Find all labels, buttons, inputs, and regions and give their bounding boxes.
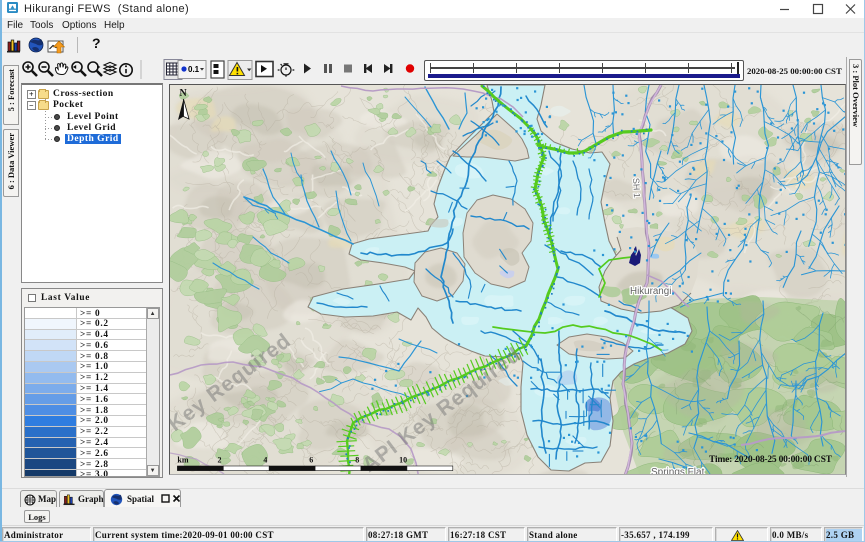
svg-text:Time: 2020-08-25 00:00:00 CST: Time: 2020-08-25 00:00:00 CST	[709, 455, 833, 465]
svg-text:10: 10	[399, 456, 407, 465]
svg-text:6: 6	[309, 456, 313, 465]
svg-text:8: 8	[355, 456, 359, 465]
svg-text:4: 4	[263, 456, 267, 465]
svg-text:N: N	[180, 88, 188, 99]
svg-text:km: km	[177, 456, 188, 465]
svg-text:SH 1: SH 1	[631, 178, 642, 199]
svg-text:Hikurangi: Hikurangi	[630, 286, 671, 297]
svg-text:Springs Flat: Springs Flat	[651, 467, 705, 475]
svg-text:2: 2	[218, 456, 222, 465]
svg-text:0.1: 0.1	[188, 65, 200, 74]
